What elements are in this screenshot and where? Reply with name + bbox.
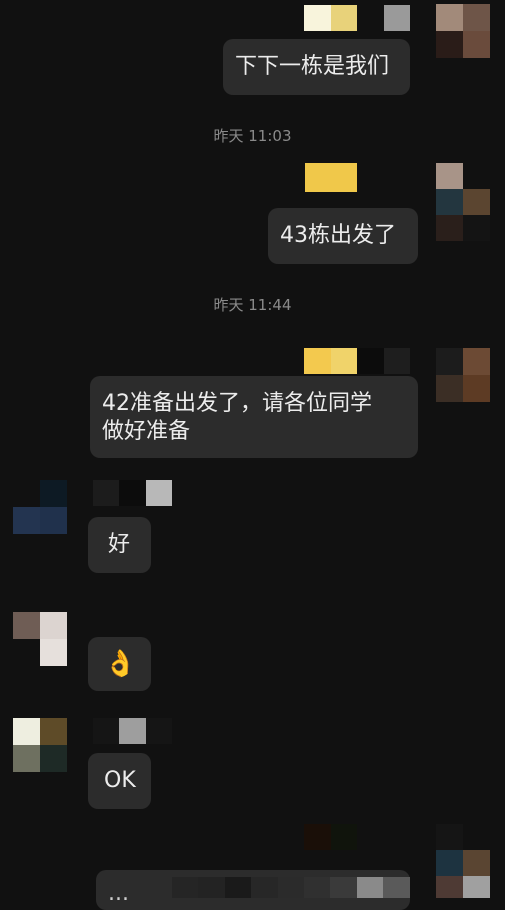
message-text-line: 做好准备 xyxy=(102,419,191,444)
message-text: 好 xyxy=(108,532,131,557)
avatar[interactable] xyxy=(436,348,490,402)
sender-name-blurred xyxy=(93,718,172,744)
message-bubble[interactable]: 👌 xyxy=(88,637,151,691)
message-text: ... xyxy=(108,881,129,906)
message-content-blurred xyxy=(172,877,410,898)
sender-name-blurred xyxy=(304,348,410,374)
sender-name-blurred xyxy=(93,480,172,506)
sender-name-blurred xyxy=(304,5,410,31)
avatar[interactable] xyxy=(13,480,67,534)
avatar[interactable] xyxy=(13,612,67,666)
avatar[interactable] xyxy=(13,718,67,772)
message-bubble[interactable]: 42准备出发了，请各位同学 做好准备 xyxy=(90,376,418,458)
timestamp: 昨天 11:44 xyxy=(213,296,292,314)
message-bubble[interactable]: 下下一栋是我们 xyxy=(223,39,410,95)
message-bubble[interactable]: 好 xyxy=(88,517,151,573)
message-bubble[interactable]: OK xyxy=(88,753,151,809)
ok-hand-emoji: 👌 xyxy=(104,649,137,679)
sender-name-blurred xyxy=(305,163,357,192)
message-text-line: 42准备出发了，请各位同学 xyxy=(102,391,372,416)
timestamp: 昨天 11:03 xyxy=(213,127,292,145)
message-text: 43栋出发了 xyxy=(280,223,396,248)
message-text: 下下一栋是我们 xyxy=(235,54,390,79)
message-text: OK xyxy=(104,768,136,793)
avatar[interactable] xyxy=(436,824,490,898)
message-bubble[interactable]: 43栋出发了 xyxy=(268,208,418,264)
sender-name-blurred xyxy=(304,824,410,850)
avatar[interactable] xyxy=(436,163,490,241)
avatar[interactable] xyxy=(436,4,490,58)
